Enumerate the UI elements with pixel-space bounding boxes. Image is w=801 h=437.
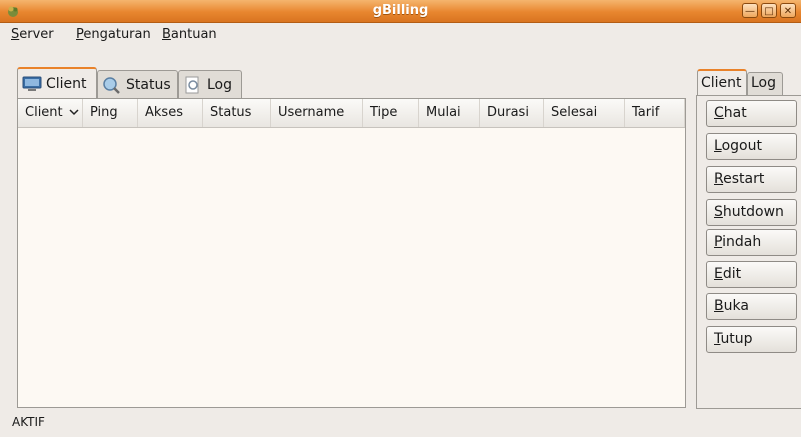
tab-status-label: Status — [126, 76, 171, 93]
restart-button-rest: estart — [723, 171, 765, 187]
magnifier-icon — [103, 76, 120, 94]
chevron-down-icon — [69, 109, 79, 116]
status-bar-text: AKTIF — [12, 415, 45, 429]
restart-button[interactable]: Restart — [706, 166, 797, 193]
menu-pengaturan[interactable]: Pengaturan — [76, 27, 151, 42]
menu-bantuan[interactable]: Bantuan — [162, 27, 217, 42]
column-selesai-label: Selesai — [551, 105, 598, 120]
column-header-tarif[interactable]: Tarif — [625, 99, 685, 127]
minimize-icon[interactable]: — — [742, 3, 758, 18]
column-header-ping[interactable]: Ping — [83, 99, 138, 127]
column-header-status[interactable]: Status — [203, 99, 271, 127]
column-header-tipe[interactable]: Tipe — [363, 99, 419, 127]
maximize-icon[interactable]: □ — [761, 3, 777, 18]
column-header-durasi[interactable]: Durasi — [480, 99, 544, 127]
document-icon — [185, 76, 199, 93]
column-header-akses[interactable]: Akses — [138, 99, 203, 127]
tutup-button-rest: utup — [720, 331, 753, 347]
chat-button-rest: hat — [723, 105, 747, 121]
menu-bar: Server Pengaturan Bantuan — [0, 23, 801, 45]
menu-server[interactable]: Server — [11, 27, 54, 42]
column-header-mulai[interactable]: Mulai — [419, 99, 480, 127]
table-header: Client Ping Akses Status Username Tipe M… — [18, 99, 685, 128]
column-tipe-label: Tipe — [370, 105, 398, 120]
tab-log-label: Log — [207, 76, 233, 93]
column-akses-label: Akses — [145, 105, 183, 120]
buka-button-rest: uka — [723, 298, 749, 314]
title-bar[interactable]: gBilling — □ ✕ — [0, 0, 801, 23]
shutdown-button[interactable]: Shutdown — [706, 199, 797, 226]
column-client-label: Client — [25, 105, 63, 120]
column-status-label: Status — [210, 105, 252, 120]
column-mulai-label: Mulai — [426, 105, 461, 120]
tab-log[interactable]: Log — [178, 70, 242, 98]
pindah-button[interactable]: Pindah — [706, 229, 797, 256]
monitor-icon — [22, 76, 42, 91]
window-title: gBilling — [372, 3, 429, 18]
column-header-username[interactable]: Username — [271, 99, 363, 127]
column-durasi-label: Durasi — [487, 105, 529, 120]
logout-button-rest: ogout — [721, 138, 762, 154]
column-ping-label: Ping — [90, 105, 118, 120]
column-header-selesai[interactable]: Selesai — [544, 99, 625, 127]
edit-button[interactable]: Edit — [706, 261, 797, 288]
chat-button[interactable]: Chat — [706, 100, 797, 127]
right-tab-client-label: Client — [701, 75, 742, 91]
menu-server-rest: erver — [19, 27, 54, 42]
menu-bantuan-rest: antuan — [170, 27, 217, 42]
right-tab-client[interactable]: Client — [697, 69, 747, 95]
tutup-button[interactable]: Tutup — [706, 326, 797, 353]
edit-button-rest: dit — [722, 266, 742, 282]
buka-button[interactable]: Buka — [706, 293, 797, 320]
right-tab-log[interactable]: Log — [747, 72, 783, 95]
client-table[interactable]: Client Ping Akses Status Username Tipe M… — [17, 98, 686, 408]
shutdown-button-rest: hutdown — [722, 204, 784, 220]
column-username-label: Username — [278, 105, 345, 120]
column-tarif-label: Tarif — [632, 105, 660, 120]
logout-button[interactable]: Logout — [706, 133, 797, 160]
menu-pengaturan-rest: engaturan — [83, 27, 151, 42]
tab-client-label: Client — [46, 76, 87, 92]
column-header-client[interactable]: Client — [18, 99, 83, 127]
tab-client[interactable]: Client — [17, 67, 97, 99]
close-icon[interactable]: ✕ — [780, 3, 796, 18]
right-tab-log-label: Log — [751, 75, 777, 91]
pindah-button-rest: indah — [722, 234, 762, 250]
tab-status[interactable]: Status — [97, 70, 178, 98]
